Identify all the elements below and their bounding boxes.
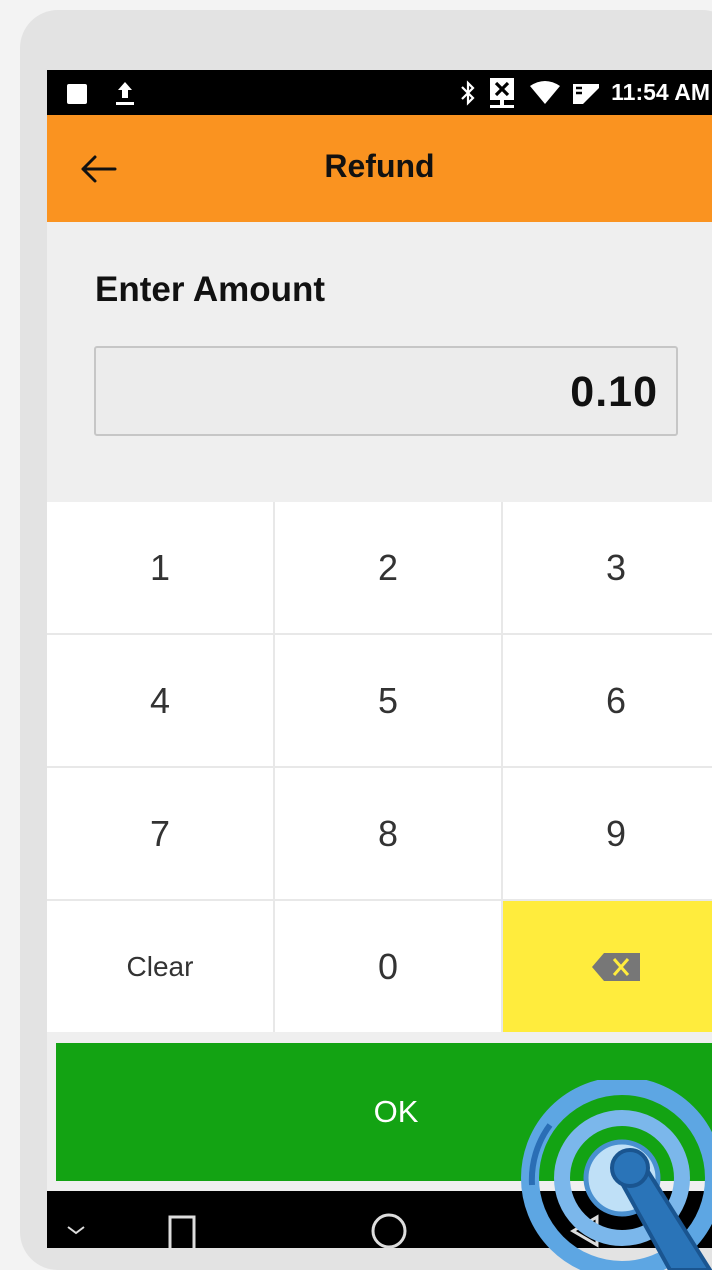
- recents-icon[interactable]: [167, 1213, 197, 1248]
- phone-screen: 11:54 AM Refund Enter Amount 0.10 1 2 3 …: [47, 70, 712, 1248]
- clear-button[interactable]: Clear: [47, 901, 273, 1032]
- amount-value: 0.10: [570, 368, 658, 416]
- wifi-icon: [530, 80, 561, 104]
- key-2[interactable]: 2: [275, 502, 501, 633]
- key-4[interactable]: 4: [47, 635, 273, 766]
- status-icons: 11:54 AM: [459, 70, 712, 115]
- mail-icon: [573, 83, 600, 104]
- page-title: Refund: [324, 148, 435, 184]
- network-blocked-icon: [490, 77, 515, 108]
- key-6[interactable]: 6: [503, 635, 712, 766]
- status-bar: 11:54 AM: [47, 70, 712, 115]
- bluetooth-icon: [461, 79, 475, 106]
- keypad: 1 2 3 4 5 6 7 8 9 Clear 0: [47, 502, 712, 1032]
- key-1[interactable]: 1: [47, 502, 273, 633]
- amount-field[interactable]: 0.10: [94, 346, 678, 436]
- amount-label: Enter Amount: [95, 270, 326, 309]
- keyboard-hide-icon[interactable]: [65, 1223, 87, 1237]
- home-icon[interactable]: [369, 1211, 409, 1248]
- touch-indicator-icon: [521, 1080, 712, 1270]
- upload-icon: [116, 82, 134, 105]
- backspace-icon: [592, 952, 640, 981]
- backspace-button[interactable]: [503, 901, 712, 1032]
- key-0[interactable]: 0: [275, 901, 501, 1032]
- key-9[interactable]: 9: [503, 768, 712, 899]
- key-3[interactable]: 3: [503, 502, 712, 633]
- clock: 11:54 AM: [611, 79, 710, 105]
- app-bar: Refund: [47, 115, 712, 222]
- key-8[interactable]: 8: [275, 768, 501, 899]
- key-7[interactable]: 7: [47, 768, 273, 899]
- notification-square-icon: [67, 84, 87, 104]
- key-5[interactable]: 5: [275, 635, 501, 766]
